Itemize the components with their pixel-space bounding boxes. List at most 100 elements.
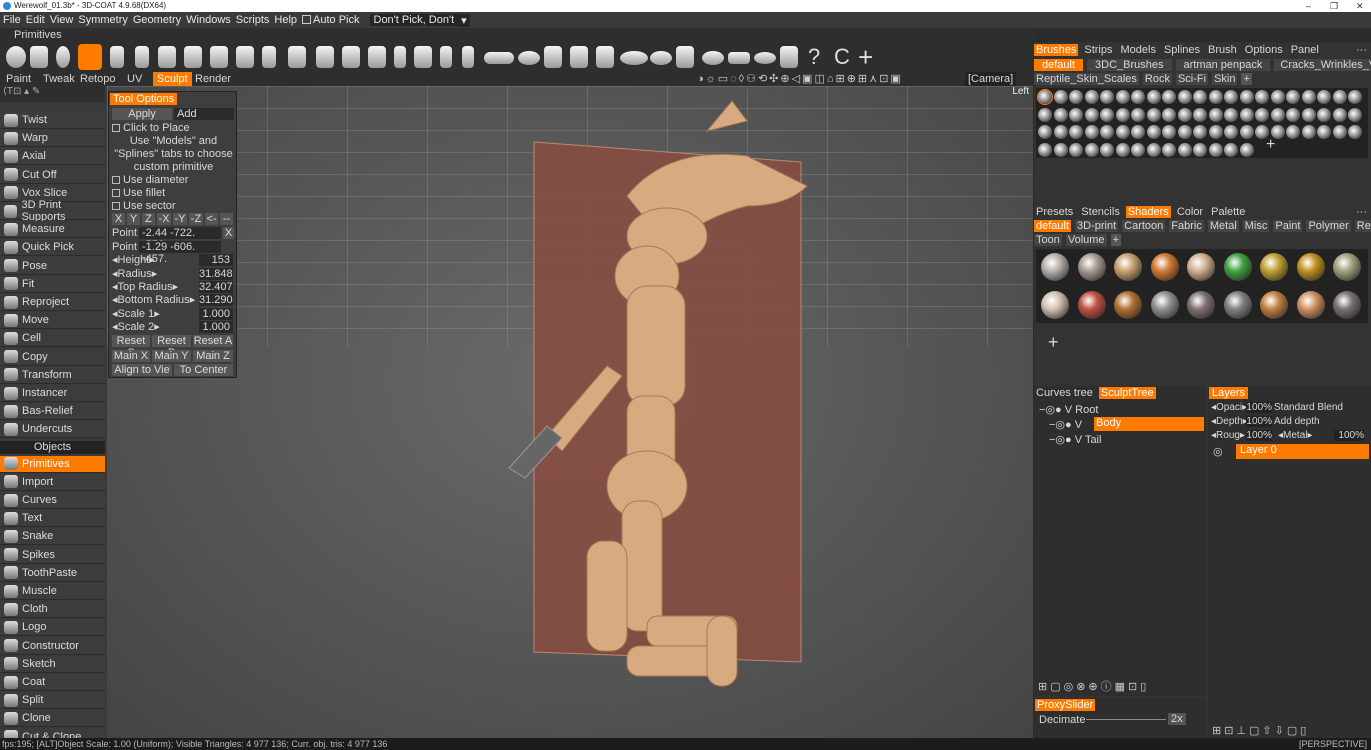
tab-brushes[interactable]: Brushes bbox=[1034, 44, 1079, 56]
use-diameter-option[interactable]: Use diameter bbox=[112, 174, 188, 186]
brush-swatch[interactable] bbox=[1208, 142, 1223, 157]
apply-button[interactable]: Apply bbox=[112, 108, 172, 120]
tool-cloth[interactable]: Cloth bbox=[0, 601, 105, 619]
shader-sphere[interactable] bbox=[1296, 253, 1325, 281]
tool-split[interactable]: Split bbox=[0, 692, 105, 710]
tool-reproject[interactable]: Reproject bbox=[0, 294, 105, 311]
height-label[interactable]: ◂Height▸ bbox=[112, 254, 155, 266]
rod-icon[interactable] bbox=[394, 46, 406, 68]
brush-swatch[interactable] bbox=[1239, 90, 1254, 104]
shader-sphere[interactable] bbox=[1333, 253, 1361, 281]
brush-swatch[interactable] bbox=[1224, 125, 1238, 139]
brush-swatch[interactable] bbox=[1069, 125, 1083, 139]
shaderset-polymer[interactable]: Polymer bbox=[1306, 220, 1351, 232]
tree-toolbar-icons[interactable]: ⊞▢◎⊗⊕ⓘ▦⊡▯ bbox=[1038, 678, 1149, 694]
tab-sculpt-tree[interactable]: SculptTree bbox=[1098, 387, 1156, 399]
brush-swatch[interactable] bbox=[1286, 125, 1300, 139]
brushset-scifi[interactable]: Sci-Fi bbox=[1175, 73, 1209, 85]
tool-logo[interactable]: Logo bbox=[0, 619, 105, 637]
brush-swatch[interactable] bbox=[1332, 125, 1347, 139]
brush-swatch[interactable] bbox=[1084, 107, 1099, 122]
brush-swatch[interactable] bbox=[1053, 125, 1068, 139]
brush-swatch[interactable] bbox=[1193, 107, 1207, 122]
axis-y-button[interactable]: Y bbox=[127, 213, 140, 225]
opacity-label[interactable]: ◂Opaci▸ bbox=[1211, 402, 1247, 413]
brushes-menu-button[interactable]: ··· bbox=[1356, 44, 1367, 56]
axis-neg-z-button[interactable]: -Z bbox=[189, 213, 203, 225]
tab-tweak[interactable]: Tweak bbox=[43, 72, 75, 86]
axis-neg-y-button[interactable]: -Y bbox=[173, 213, 187, 225]
rounded-box-icon[interactable] bbox=[570, 46, 588, 68]
diamond-icon[interactable] bbox=[728, 52, 750, 64]
brush-swatch[interactable] bbox=[1286, 90, 1300, 104]
menu-help[interactable]: Help bbox=[274, 14, 297, 26]
brush-swatch[interactable] bbox=[1146, 125, 1161, 139]
shaderset-3dprint[interactable]: 3D-print bbox=[1075, 220, 1119, 232]
tool-copy[interactable]: Copy bbox=[0, 348, 105, 366]
menu-symmetry[interactable]: Symmetry bbox=[78, 14, 128, 26]
tab-models[interactable]: Models bbox=[1118, 44, 1157, 56]
brush-swatch[interactable] bbox=[1162, 125, 1176, 139]
close-button[interactable]: ✕ bbox=[1356, 0, 1364, 12]
shaderset-default[interactable]: default bbox=[1034, 220, 1072, 232]
cube-icon[interactable] bbox=[30, 46, 48, 68]
shader-sphere[interactable] bbox=[1114, 253, 1142, 281]
tab-sculpt[interactable]: Sculpt bbox=[153, 72, 192, 86]
scale1-value[interactable]: 1.000 bbox=[199, 308, 233, 320]
tool-constructor[interactable]: Constructor bbox=[0, 637, 105, 655]
tool-coat[interactable]: Coat bbox=[0, 674, 105, 691]
refresh-icon[interactable]: C bbox=[834, 44, 850, 70]
tool-clone[interactable]: Clone bbox=[0, 710, 105, 728]
tab-retopo[interactable]: Retopo bbox=[80, 72, 115, 86]
brush-swatch[interactable] bbox=[1053, 142, 1068, 157]
shader-sphere[interactable] bbox=[1187, 253, 1215, 281]
shaderset-toon[interactable]: Toon bbox=[1034, 234, 1062, 246]
menu-geometry[interactable]: Geometry bbox=[133, 14, 181, 26]
brush-swatch[interactable] bbox=[1348, 90, 1362, 104]
reset-a-button[interactable]: Reset A bbox=[193, 335, 233, 347]
brush-swatch[interactable] bbox=[1177, 107, 1192, 122]
brush-swatch[interactable] bbox=[1208, 125, 1223, 139]
brush-swatch[interactable] bbox=[1069, 107, 1083, 122]
tool-pose[interactable]: Pose bbox=[0, 257, 105, 275]
lens-flat-icon[interactable] bbox=[754, 52, 776, 64]
brush-swatch[interactable] bbox=[1177, 142, 1192, 157]
tool-fit[interactable]: Fit bbox=[0, 275, 105, 293]
radius-value[interactable]: 31.848 bbox=[199, 268, 233, 280]
brush-swatch[interactable] bbox=[1255, 90, 1269, 104]
add-shaderset-button[interactable]: + bbox=[1110, 234, 1121, 246]
tab-options[interactable]: Options bbox=[1243, 44, 1285, 56]
shader-sphere[interactable] bbox=[1077, 253, 1106, 281]
tab-color[interactable]: Color bbox=[1175, 206, 1205, 218]
brush-swatch[interactable] bbox=[1131, 142, 1145, 157]
image-primitive-icon[interactable] bbox=[288, 46, 306, 68]
reset-s-button[interactable]: Reset S bbox=[112, 335, 150, 359]
brush-swatch[interactable] bbox=[1162, 142, 1176, 157]
brush-swatch[interactable] bbox=[1348, 107, 1362, 122]
3d-viewport[interactable]: Left bbox=[107, 86, 1033, 738]
brush-swatch[interactable] bbox=[1053, 90, 1068, 104]
shaderset-misc[interactable]: Misc bbox=[1242, 220, 1270, 232]
tree-tail[interactable]: −◎● V Tail bbox=[1049, 433, 1101, 446]
brush-swatch[interactable] bbox=[1100, 142, 1114, 157]
tool-quick-pick[interactable]: Quick Pick bbox=[0, 239, 105, 257]
bottom-radius-label[interactable]: ◂Bottom Radius▸ bbox=[112, 294, 195, 306]
tab-presets[interactable]: Presets bbox=[1034, 206, 1075, 218]
tab-stencils[interactable]: Stencils bbox=[1079, 206, 1122, 218]
shader-sphere[interactable] bbox=[1223, 253, 1252, 281]
shaders-menu-button[interactable]: ··· bbox=[1356, 206, 1367, 218]
height-value[interactable]: 153 bbox=[199, 254, 233, 266]
brush-swatch[interactable] bbox=[1301, 125, 1316, 139]
add-brushset-button[interactable]: + bbox=[1241, 73, 1252, 85]
tool-cut-off[interactable]: Cut Off bbox=[0, 166, 105, 184]
shaderset-cartoon[interactable]: Cartoon bbox=[1122, 220, 1166, 232]
tree-body-flags[interactable]: −◎● V bbox=[1049, 418, 1082, 431]
tool-3d-print-supports[interactable]: 3D Print Supports bbox=[0, 199, 105, 223]
align-to-view-button[interactable]: Align to Vie bbox=[112, 364, 172, 376]
menu-scripts[interactable]: Scripts bbox=[236, 14, 270, 26]
brushset-default[interactable]: default bbox=[1034, 59, 1084, 71]
brush-swatch[interactable] bbox=[1038, 142, 1052, 157]
brush-swatch[interactable] bbox=[1162, 90, 1176, 104]
shader-grid[interactable] bbox=[1036, 249, 1368, 323]
brush-swatch[interactable] bbox=[1162, 107, 1176, 122]
